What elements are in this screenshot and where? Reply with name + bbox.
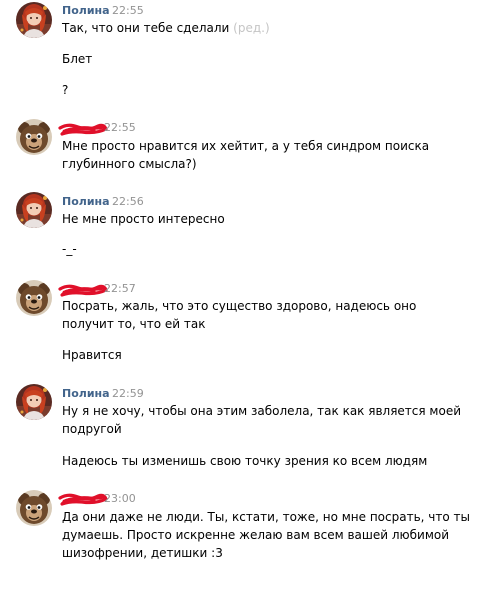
timestamp[interactable]: 22:55 — [104, 121, 136, 135]
message-line: Так, что они тебе сделали — [62, 21, 230, 35]
message-text: Нравится — [62, 348, 122, 362]
message-text: Посрать, жаль, что это существо здорово,… — [62, 299, 417, 313]
avatar-other[interactable] — [16, 280, 52, 316]
avatar-other[interactable] — [16, 119, 52, 155]
girl-portrait-icon — [16, 192, 52, 228]
message-text: Так, что они тебе сделали (ред.) — [62, 19, 270, 37]
message-text: подругой — [62, 422, 122, 436]
message-text: Не мне просто интересно — [62, 212, 225, 226]
message-text: Блет — [62, 52, 93, 66]
message-text: Да они даже не люди. Ты, кстати, тоже, н… — [62, 510, 470, 524]
message-text: ? — [62, 83, 69, 97]
redaction-scribble — [58, 284, 108, 297]
bear-face-icon — [16, 119, 52, 155]
timestamp[interactable]: 22:59 — [112, 387, 144, 401]
avatar-other[interactable] — [16, 490, 52, 526]
redaction-scribble — [58, 123, 108, 136]
message-text: глубинного смысла?) — [62, 157, 197, 171]
message-text: получит то, что ей так — [62, 317, 206, 331]
message-text: шизофрении, детишки :3 — [62, 546, 223, 560]
timestamp[interactable]: 22:56 — [112, 195, 144, 209]
bear-face-icon — [16, 490, 52, 526]
edited-label: (ред.) — [233, 21, 270, 35]
author-name[interactable]: Полина — [62, 4, 110, 18]
girl-portrait-icon — [16, 384, 52, 420]
author-name[interactable]: Полина — [62, 387, 110, 401]
timestamp[interactable]: 22:55 — [112, 4, 144, 18]
message-text: Ну я не хочу, чтобы она этим заболела, т… — [62, 404, 461, 418]
bear-face-icon — [16, 280, 52, 316]
timestamp[interactable]: 22:57 — [104, 282, 136, 296]
girl-portrait-icon — [16, 2, 52, 38]
message-text: Надеюсь ты изменишь свою точку зрения ко… — [62, 454, 428, 468]
redaction-scribble — [58, 493, 108, 506]
avatar-polina[interactable] — [16, 192, 52, 228]
timestamp[interactable]: 23:00 — [104, 492, 136, 506]
avatar-polina[interactable] — [16, 384, 52, 420]
message-text: Мне просто нравится их хейтит, а у тебя … — [62, 139, 430, 153]
message-text: -_- — [62, 242, 77, 256]
avatar-polina[interactable] — [16, 2, 52, 38]
author-name[interactable]: Полина — [62, 195, 110, 209]
message-text: думаешь. Просто искренне желаю вам всем … — [62, 528, 450, 542]
